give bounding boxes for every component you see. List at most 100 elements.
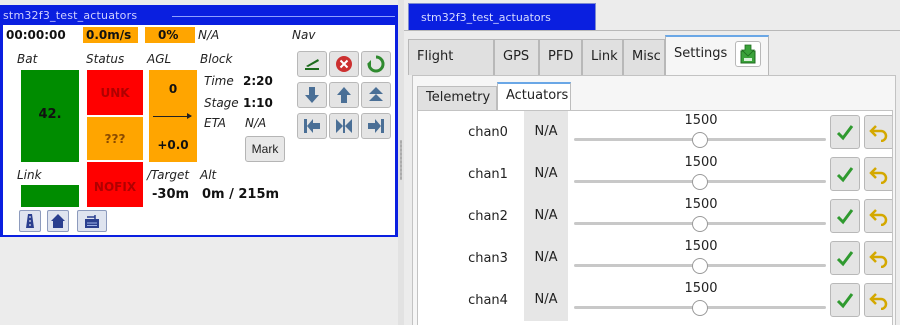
setting-name: chan1 [468, 167, 508, 182]
tab-link[interactable]: Link [582, 39, 623, 75]
setting-row: chan2 N/A 1500 [418, 195, 892, 237]
time-label: Time [204, 74, 234, 88]
tab-settings-label: Settings [674, 46, 728, 61]
alt-value: 0m / 215m [202, 187, 280, 202]
commit-check-icon [836, 125, 854, 141]
setting-row: chan0 N/A 1500 [418, 111, 892, 153]
settings-page: Telemetry Actuators chan0 N/A 1500 chan1 N/A… [412, 75, 896, 325]
home-button[interactable] [47, 210, 69, 232]
slider-handle[interactable] [692, 216, 708, 232]
cycle-button[interactable] [361, 51, 391, 77]
previous-block-icon [304, 119, 320, 133]
home-icon [51, 214, 65, 228]
setting-current-value: N/A [524, 153, 568, 195]
next-block-button[interactable] [361, 113, 391, 139]
strip-body: 00:00:00 0.0m/s 0% N/A Nav Bat Status AG… [3, 25, 395, 235]
settings-panel-button[interactable] [77, 210, 107, 232]
up-arrow-icon [337, 87, 351, 103]
takeoff-button[interactable] [297, 51, 327, 77]
slider-handle[interactable] [692, 174, 708, 190]
slider-handle[interactable] [692, 300, 708, 316]
center-block-button[interactable] [329, 113, 359, 139]
slider-value: 1500 [684, 281, 718, 296]
previous-block-button[interactable] [297, 113, 327, 139]
commit-button[interactable] [830, 241, 860, 275]
undo-button[interactable] [864, 115, 892, 149]
status-qqq-text: ??? [104, 132, 126, 146]
double-up-button[interactable] [361, 82, 391, 108]
status-nofix-badge: NOFIX [87, 162, 143, 207]
undo-icon [869, 293, 888, 310]
undo-icon [869, 251, 888, 268]
down-arrow-icon [305, 87, 319, 103]
status-unk-text: UNK [100, 86, 130, 100]
setting-name: chan0 [468, 125, 508, 140]
tab-misc[interactable]: Misc [623, 39, 665, 75]
aircraft-tab[interactable]: stm32f3_test_actuators [408, 3, 596, 31]
setting-current-value: N/A [524, 111, 568, 153]
bat-label: Bat [17, 52, 38, 66]
battery-value: 42. [38, 107, 62, 122]
tab-flight-plan[interactable]: Flight Plan [408, 39, 494, 98]
setting-current-value: N/A [524, 279, 568, 321]
link-label: Link [17, 168, 42, 182]
slider-value: 1500 [684, 197, 718, 212]
slider-handle[interactable] [692, 258, 708, 274]
subtab-telemetry[interactable]: Telemetry [417, 86, 497, 110]
separator-grip [400, 140, 402, 180]
undo-button[interactable] [864, 241, 892, 275]
stop-button[interactable] [329, 51, 359, 77]
setting-name: chan4 [468, 293, 508, 308]
eta-value: N/A [245, 116, 267, 130]
nav-status: N/A [198, 28, 220, 42]
commit-check-icon [836, 293, 854, 309]
save-settings-button[interactable] [735, 40, 762, 67]
actuator-settings-list: chan0 N/A 1500 chan1 N/A 1500 chan2 N/A 1500 chan… [417, 110, 893, 325]
commit-button[interactable] [830, 283, 860, 317]
undo-button[interactable] [864, 283, 892, 317]
tab-pfd[interactable]: PFD [539, 39, 582, 75]
tab-gps[interactable]: GPS [494, 39, 539, 75]
setting-current-value: N/A [524, 195, 568, 237]
agl-diff: +0.0 [157, 138, 189, 152]
status-unk-badge: UNK [87, 70, 143, 115]
runway-button[interactable] [19, 210, 41, 232]
target-value: -30m [152, 187, 190, 202]
commit-button[interactable] [830, 157, 860, 191]
undo-button[interactable] [864, 199, 892, 233]
save-settings-icon [740, 44, 756, 63]
agl-arrow-icon [153, 116, 191, 117]
up-button[interactable] [329, 82, 359, 108]
runway-icon [26, 214, 34, 228]
next-block-icon [368, 119, 384, 133]
target-label: /Target [147, 168, 190, 182]
takeoff-icon [305, 59, 319, 70]
block-label: Block [200, 52, 233, 66]
undo-icon [869, 167, 888, 184]
throttle-value: 0% [145, 27, 195, 43]
block-time-value: 2:20 [243, 74, 273, 88]
strip-title: stm32f3_test_actuators [3, 9, 138, 22]
center-block-icon [336, 119, 352, 133]
slider-handle[interactable] [692, 132, 708, 148]
subtab-actuators[interactable]: Actuators [497, 82, 571, 110]
setting-row: chan3 N/A 1500 [418, 237, 892, 279]
undo-button[interactable] [864, 157, 892, 191]
commit-button[interactable] [830, 199, 860, 233]
agl-value: 0 [168, 82, 178, 96]
commit-check-icon [836, 251, 854, 267]
setting-row: chan4 N/A 1500 [418, 279, 892, 321]
nav-label: Nav [292, 28, 316, 42]
alt-label: Alt [200, 168, 217, 182]
settings-panel-icon [85, 215, 99, 228]
commit-button[interactable] [830, 115, 860, 149]
aircraft-panel: Flight Plan GPS PFD Link Misc Settings T… [404, 30, 900, 325]
flight-time: 00:00:00 [6, 28, 66, 42]
status-label: Status [86, 52, 125, 66]
mark-button[interactable]: Mark [245, 136, 285, 162]
slider-value: 1500 [684, 155, 718, 170]
eta-label: ETA [204, 116, 227, 130]
down-button[interactable] [297, 82, 327, 108]
tab-settings[interactable]: Settings [665, 35, 769, 75]
agl-indicator: 0 +0.0 [149, 70, 197, 162]
